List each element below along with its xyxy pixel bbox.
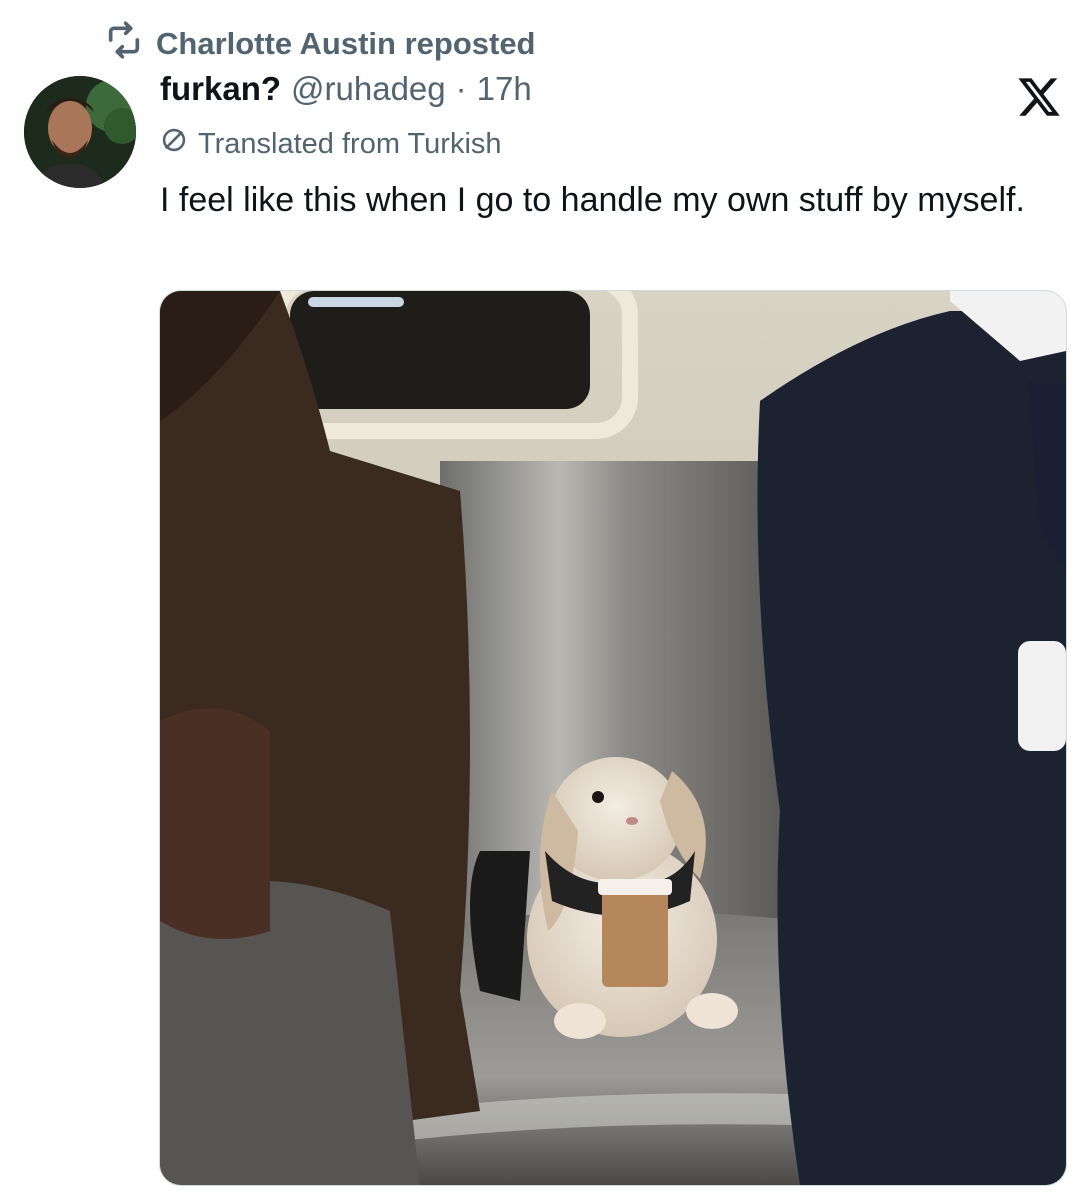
avatar[interactable] bbox=[24, 76, 136, 188]
tweet-media-photo[interactable] bbox=[159, 290, 1067, 1186]
tweet-author-row: furkan? @ruhadeg · 17h bbox=[160, 70, 532, 108]
author-display-name[interactable]: furkan? bbox=[160, 70, 281, 108]
translation-note[interactable]: Translated from Turkish bbox=[160, 126, 502, 162]
author-handle[interactable]: @ruhadeg bbox=[291, 70, 446, 108]
translation-label: Translated from Turkish bbox=[198, 127, 502, 160]
repost-label: Charlotte Austin reposted bbox=[156, 26, 536, 61]
translate-icon bbox=[160, 126, 188, 162]
repost-indicator[interactable]: Charlotte Austin reposted bbox=[104, 20, 536, 68]
bunny-on-subway-photo bbox=[160, 291, 1066, 1185]
tweet-text: I feel like this when I go to handle my … bbox=[160, 181, 1025, 219]
tweet-timestamp[interactable]: 17h bbox=[477, 70, 532, 108]
separator-dot: · bbox=[455, 70, 467, 107]
x-logo-icon bbox=[1016, 74, 1062, 120]
repost-icon bbox=[104, 20, 144, 68]
